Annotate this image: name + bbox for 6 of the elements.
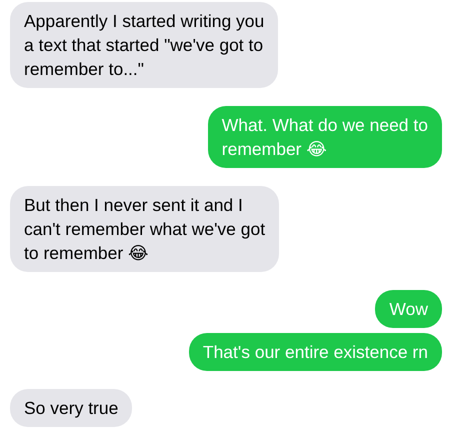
received-message-bubble: Apparently I started writing you a text that started "we've got to remember to..." xyxy=(10,2,278,88)
sent-message-bubble: What. What do we need to remember 😂 xyxy=(208,106,442,168)
sent-message-bubble: Wow xyxy=(375,290,442,328)
received-message-bubble: But then I never sent it and I can't remember what we've got to remember 😂 xyxy=(10,186,280,272)
received-message-bubble: So very true xyxy=(10,389,132,427)
sent-message-bubble: That's our entire existence rn xyxy=(188,333,442,371)
